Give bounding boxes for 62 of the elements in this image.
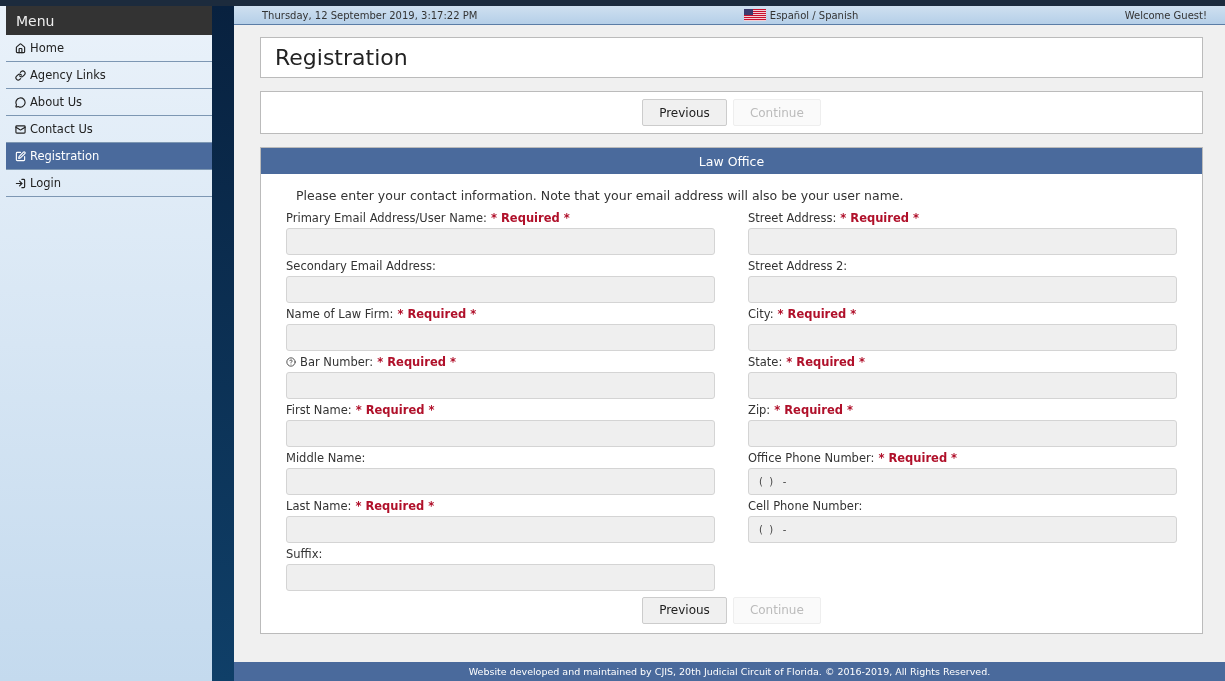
- input-field[interactable]: [286, 564, 715, 591]
- field-label: Street Address:: [748, 210, 837, 225]
- menu-item[interactable]: Home: [6, 35, 213, 62]
- field-label: Middle Name:: [286, 450, 366, 465]
- help-icon[interactable]: [286, 356, 296, 367]
- input-field[interactable]: [748, 228, 1177, 255]
- input-field[interactable]: [286, 372, 715, 399]
- panel-header: Law Office: [261, 148, 1202, 174]
- input-field[interactable]: [748, 420, 1177, 447]
- required-note: * Required *: [878, 450, 958, 465]
- input-field[interactable]: [748, 324, 1177, 351]
- input-field[interactable]: [748, 372, 1177, 399]
- required-note: * Required *: [355, 402, 435, 417]
- input-field[interactable]: [286, 228, 715, 255]
- home-icon: [15, 42, 26, 54]
- field-label: Cell Phone Number:: [748, 498, 863, 513]
- field-label: Zip:: [748, 402, 771, 417]
- field-label: Name of Law Firm:: [286, 306, 394, 321]
- welcome-text: Welcome Guest!: [1124, 9, 1207, 21]
- required-note: * Required *: [786, 354, 866, 369]
- previous-button[interactable]: Previous: [642, 99, 727, 126]
- date-text: Thursday, 12 September 2019, 3:17:22 PM: [262, 9, 478, 21]
- intro-text: Please enter your contact information. Note that your email address will also be your user name.: [296, 188, 905, 203]
- required-note: * Required *: [397, 306, 477, 321]
- field-label: Suffix:: [286, 546, 323, 561]
- menu-item[interactable]: Agency Links: [6, 62, 213, 89]
- speech-bubble-icon: [15, 96, 26, 108]
- flag-icon: [743, 9, 766, 21]
- field-label: Secondary Email Address:: [286, 258, 436, 273]
- required-note: * Required *: [491, 210, 570, 225]
- language-link[interactable]: Español / Spanish: [769, 9, 859, 21]
- required-note: * Required *: [774, 402, 853, 417]
- input-field[interactable]: [286, 276, 715, 303]
- menu-item[interactable]: Registration: [6, 143, 213, 170]
- required-note: * Required *: [377, 354, 456, 369]
- field-label: First Name:: [286, 402, 352, 417]
- menu-item[interactable]: About Us: [6, 89, 213, 116]
- menu-header: Menu: [6, 6, 213, 35]
- input-field[interactable]: [286, 516, 715, 543]
- envelope-icon: [15, 123, 26, 135]
- edit-icon: [15, 150, 26, 162]
- page-title: Registration: [275, 45, 408, 70]
- required-note: * Required *: [355, 498, 435, 513]
- input-field[interactable]: [286, 420, 715, 447]
- required-note: * Required *: [777, 306, 857, 321]
- input-field[interactable]: [286, 324, 715, 351]
- field-label: Primary Email Address/User Name:: [286, 210, 487, 225]
- field-label: Street Address 2:: [748, 258, 848, 273]
- field-label: City:: [748, 306, 774, 321]
- input-field[interactable]: ( ) -: [748, 468, 1177, 495]
- input-field[interactable]: [286, 468, 715, 495]
- field-label: State:: [748, 354, 783, 369]
- input-field[interactable]: [748, 276, 1177, 303]
- required-note: * Required *: [840, 210, 920, 225]
- footer-text: Website developed and maintained by CJIS, 20th Judicial Circuit of Florida. © 2016-2019, All Rights Reserved.: [468, 666, 991, 677]
- field-label: Last Name:: [286, 498, 352, 513]
- login-icon: [15, 177, 26, 189]
- link-icon: [15, 69, 26, 81]
- input-field[interactable]: ( ) -: [748, 516, 1177, 543]
- field-label: Office Phone Number:: [748, 450, 875, 465]
- field-label: Bar Number:: [300, 354, 374, 369]
- previous-button[interactable]: Previous: [642, 596, 727, 624]
